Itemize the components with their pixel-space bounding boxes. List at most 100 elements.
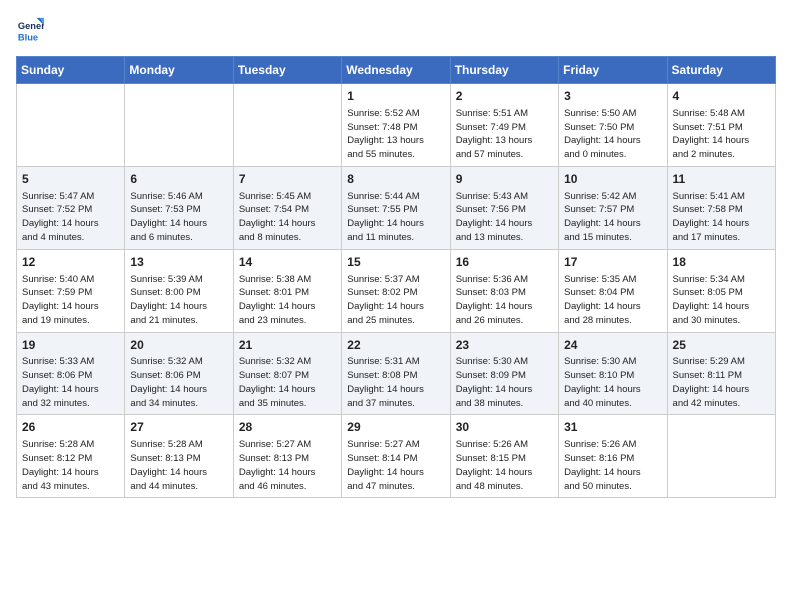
calendar-cell: 1Sunrise: 5:52 AM Sunset: 7:48 PM Daylig… (342, 84, 450, 167)
day-info: Sunrise: 5:28 AM Sunset: 8:13 PM Dayligh… (130, 438, 227, 493)
calendar-cell (233, 84, 341, 167)
calendar-cell (667, 415, 775, 498)
calendar-cell: 13Sunrise: 5:39 AM Sunset: 8:00 PM Dayli… (125, 249, 233, 332)
day-info: Sunrise: 5:26 AM Sunset: 8:16 PM Dayligh… (564, 438, 661, 493)
day-info: Sunrise: 5:47 AM Sunset: 7:52 PM Dayligh… (22, 190, 119, 245)
calendar-cell (17, 84, 125, 167)
calendar-cell: 26 Sunrise: 5:28 AM Sunset: 8:12 PM Dayli… (17, 415, 125, 498)
day-number: 1 (347, 88, 444, 105)
day-info: Sunrise: 5:34 AM Sunset: 8:05 PM Dayligh… (673, 273, 770, 328)
day-number: 14 (239, 254, 336, 271)
week-row-3: 12 Sunrise: 5:40 AM Sunset: 7:59 PM Dayli… (17, 249, 776, 332)
header-cell-saturday: Saturday (667, 57, 775, 84)
day-info: Sunrise: 5:37 AM Sunset: 8:02 PM Dayligh… (347, 273, 444, 328)
header-row: SundayMondayTuesdayWednesdayThursdayFrid… (17, 57, 776, 84)
calendar-cell: 25Sunrise: 5:29 AM Sunset: 8:11 PM Dayli… (667, 332, 775, 415)
day-info: Sunrise: 5:51 AM Sunset: 7:49 PM Dayligh… (456, 107, 553, 162)
calendar-cell: 10 Sunrise: 5:42 AM Sunset: 7:57 PM Dayli… (559, 166, 667, 249)
day-number: 26 (22, 419, 119, 436)
day-number: 29 (347, 419, 444, 436)
day-info: Sunrise: 5:40 AM Sunset: 7:59 PM Dayligh… (22, 273, 119, 328)
svg-text:General: General (18, 21, 44, 31)
week-row-4: 19Sunrise: 5:33 AM Sunset: 8:06 PM Dayli… (17, 332, 776, 415)
day-number: 15 (347, 254, 444, 271)
day-number: 5 (22, 171, 119, 188)
day-number: 9 (456, 171, 553, 188)
day-number: 28 (239, 419, 336, 436)
calendar-cell (125, 84, 233, 167)
day-info: Sunrise: 5:30 AM Sunset: 8:09 PM Dayligh… (456, 355, 553, 410)
day-info: Sunrise: 5:35 AM Sunset: 8:04 PM Dayligh… (564, 273, 661, 328)
logo: General Blue (16, 16, 44, 44)
day-number: 8 (347, 171, 444, 188)
day-info: Sunrise: 5:50 AM Sunset: 7:50 PM Dayligh… (564, 107, 661, 162)
calendar-cell: 24Sunrise: 5:30 AM Sunset: 8:10 PM Dayli… (559, 332, 667, 415)
day-info: Sunrise: 5:32 AM Sunset: 8:07 PM Dayligh… (239, 355, 336, 410)
day-number: 6 (130, 171, 227, 188)
day-info: Sunrise: 5:48 AM Sunset: 7:51 PM Dayligh… (673, 107, 770, 162)
day-info: Sunrise: 5:26 AM Sunset: 8:15 PM Dayligh… (456, 438, 553, 493)
day-number: 30 (456, 419, 553, 436)
day-number: 25 (673, 337, 770, 354)
week-row-5: 26 Sunrise: 5:28 AM Sunset: 8:12 PM Dayli… (17, 415, 776, 498)
calendar-cell: 7 Sunrise: 5:45 AM Sunset: 7:54 PM Daylig… (233, 166, 341, 249)
calendar-cell: 2 Sunrise: 5:51 AM Sunset: 7:49 PM Daylig… (450, 84, 558, 167)
day-info: Sunrise: 5:29 AM Sunset: 8:11 PM Dayligh… (673, 355, 770, 410)
calendar-cell: 18 Sunrise: 5:34 AM Sunset: 8:05 PM Dayli… (667, 249, 775, 332)
calendar-cell: 20Sunrise: 5:32 AM Sunset: 8:06 PM Dayli… (125, 332, 233, 415)
day-number: 18 (673, 254, 770, 271)
day-info: Sunrise: 5:33 AM Sunset: 8:06 PM Dayligh… (22, 355, 119, 410)
calendar-cell: 15 Sunrise: 5:37 AM Sunset: 8:02 PM Dayli… (342, 249, 450, 332)
day-info: Sunrise: 5:31 AM Sunset: 8:08 PM Dayligh… (347, 355, 444, 410)
day-number: 23 (456, 337, 553, 354)
calendar-cell: 16 Sunrise: 5:36 AM Sunset: 8:03 PM Dayli… (450, 249, 558, 332)
day-number: 16 (456, 254, 553, 271)
calendar-cell: 23Sunrise: 5:30 AM Sunset: 8:09 PM Dayli… (450, 332, 558, 415)
day-number: 27 (130, 419, 227, 436)
day-number: 7 (239, 171, 336, 188)
day-info: Sunrise: 5:27 AM Sunset: 8:14 PM Dayligh… (347, 438, 444, 493)
calendar-cell: 21Sunrise: 5:32 AM Sunset: 8:07 PM Dayli… (233, 332, 341, 415)
week-row-2: 5 Sunrise: 5:47 AM Sunset: 7:52 PM Daylig… (17, 166, 776, 249)
calendar-cell: 11Sunrise: 5:41 AM Sunset: 7:58 PM Dayli… (667, 166, 775, 249)
day-info: Sunrise: 5:45 AM Sunset: 7:54 PM Dayligh… (239, 190, 336, 245)
calendar-cell: 6 Sunrise: 5:46 AM Sunset: 7:53 PM Daylig… (125, 166, 233, 249)
day-info: Sunrise: 5:32 AM Sunset: 8:06 PM Dayligh… (130, 355, 227, 410)
calendar-cell: 4 Sunrise: 5:48 AM Sunset: 7:51 PM Daylig… (667, 84, 775, 167)
header-cell-sunday: Sunday (17, 57, 125, 84)
day-number: 21 (239, 337, 336, 354)
calendar-cell: 8 Sunrise: 5:44 AM Sunset: 7:55 PM Daylig… (342, 166, 450, 249)
calendar-cell: 22Sunrise: 5:31 AM Sunset: 8:08 PM Dayli… (342, 332, 450, 415)
day-number: 19 (22, 337, 119, 354)
calendar-cell: 27 Sunrise: 5:28 AM Sunset: 8:13 PM Dayli… (125, 415, 233, 498)
calendar-cell: 28Sunrise: 5:27 AM Sunset: 8:13 PM Dayli… (233, 415, 341, 498)
day-number: 10 (564, 171, 661, 188)
day-info: Sunrise: 5:46 AM Sunset: 7:53 PM Dayligh… (130, 190, 227, 245)
day-info: Sunrise: 5:42 AM Sunset: 7:57 PM Dayligh… (564, 190, 661, 245)
day-info: Sunrise: 5:28 AM Sunset: 8:12 PM Dayligh… (22, 438, 119, 493)
header-cell-monday: Monday (125, 57, 233, 84)
logo-icon: General Blue (16, 16, 44, 44)
day-number: 12 (22, 254, 119, 271)
day-number: 4 (673, 88, 770, 105)
header-cell-thursday: Thursday (450, 57, 558, 84)
day-info: Sunrise: 5:36 AM Sunset: 8:03 PM Dayligh… (456, 273, 553, 328)
calendar-cell: 9 Sunrise: 5:43 AM Sunset: 7:56 PM Daylig… (450, 166, 558, 249)
header-cell-wednesday: Wednesday (342, 57, 450, 84)
calendar-table: SundayMondayTuesdayWednesdayThursdayFrid… (16, 56, 776, 498)
calendar-cell: 30 Sunrise: 5:26 AM Sunset: 8:15 PM Dayli… (450, 415, 558, 498)
calendar-cell: 29 Sunrise: 5:27 AM Sunset: 8:14 PM Dayli… (342, 415, 450, 498)
calendar-body: 1Sunrise: 5:52 AM Sunset: 7:48 PM Daylig… (17, 84, 776, 498)
calendar-cell: 14Sunrise: 5:38 AM Sunset: 8:01 PM Dayli… (233, 249, 341, 332)
day-info: Sunrise: 5:44 AM Sunset: 7:55 PM Dayligh… (347, 190, 444, 245)
day-number: 31 (564, 419, 661, 436)
day-info: Sunrise: 5:30 AM Sunset: 8:10 PM Dayligh… (564, 355, 661, 410)
page-header: General Blue (16, 16, 776, 44)
svg-text:Blue: Blue (18, 32, 38, 42)
header-cell-tuesday: Tuesday (233, 57, 341, 84)
day-number: 2 (456, 88, 553, 105)
calendar-header: SundayMondayTuesdayWednesdayThursdayFrid… (17, 57, 776, 84)
calendar-cell: 17Sunrise: 5:35 AM Sunset: 8:04 PM Dayli… (559, 249, 667, 332)
day-info: Sunrise: 5:41 AM Sunset: 7:58 PM Dayligh… (673, 190, 770, 245)
day-info: Sunrise: 5:43 AM Sunset: 7:56 PM Dayligh… (456, 190, 553, 245)
